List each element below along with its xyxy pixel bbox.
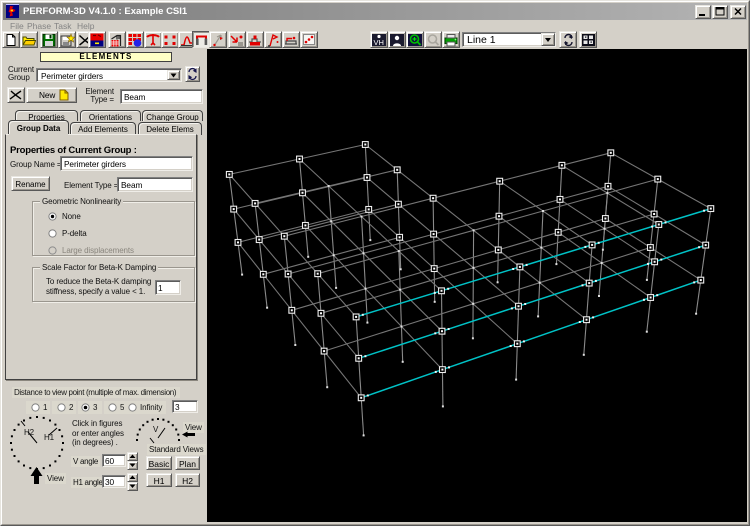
svg-text:VH: VH	[374, 38, 384, 47]
